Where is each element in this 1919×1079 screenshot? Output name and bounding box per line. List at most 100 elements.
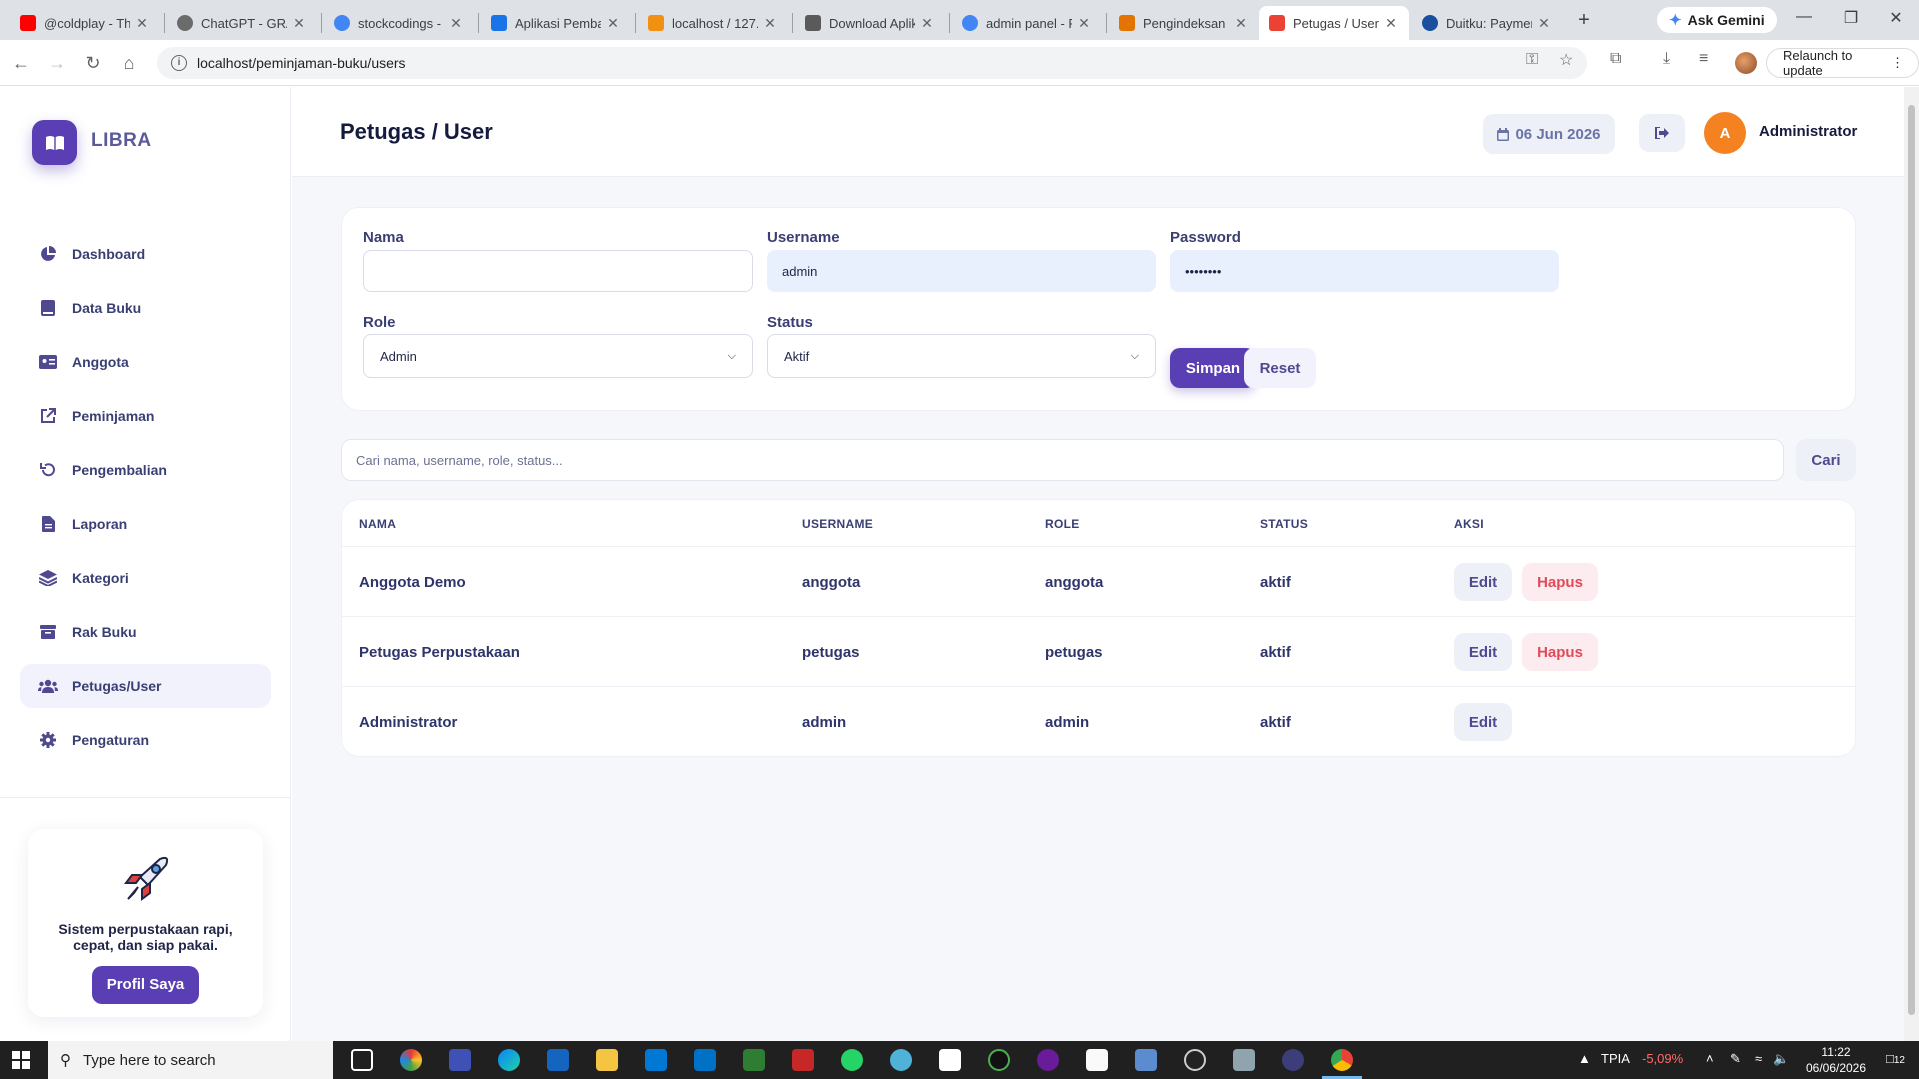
search-input[interactable] (341, 439, 1784, 481)
file-explorer-icon[interactable] (596, 1049, 618, 1071)
task-view-icon[interactable] (351, 1049, 373, 1071)
bookmark-star-icon[interactable]: ☆ (1559, 50, 1573, 70)
close-tab-icon[interactable]: ✕ (1383, 15, 1399, 32)
restore-icon[interactable]: ❐ (1831, 8, 1871, 28)
sidebar-item-label: Dashboard (72, 246, 146, 262)
sidebar-item-data-buku[interactable]: Data Buku (20, 286, 271, 330)
color-app-icon[interactable] (400, 1049, 422, 1071)
sidebar-item-peminjaman[interactable]: Peminjaman (20, 394, 271, 438)
logout-button[interactable] (1639, 114, 1685, 152)
close-tab-icon[interactable]: ✕ (919, 15, 935, 32)
reset-button[interactable]: Reset (1244, 348, 1316, 388)
fx-app-icon[interactable] (1282, 1049, 1304, 1071)
browser-tab[interactable]: localhost / 127.0 ✕ (638, 6, 788, 40)
back-icon[interactable]: ← (8, 50, 34, 76)
forward-icon[interactable]: → (44, 50, 70, 76)
edge-icon[interactable] (498, 1049, 520, 1071)
sidebar-item-pengaturan[interactable]: Pengaturan (20, 718, 271, 762)
page-scrollbar[interactable] (1904, 87, 1919, 1041)
notification-count: 12 (1893, 1055, 1905, 1066)
browser-tab[interactable]: Duitku: Paymen ✕ (1412, 6, 1562, 40)
browser-tab[interactable]: ChatGPT - GRAT ✕ (167, 6, 317, 40)
extensions-icon[interactable]: ⧉ (1610, 50, 1621, 68)
password-field[interactable] (1170, 250, 1559, 292)
scrollbar-thumb[interactable] (1908, 105, 1915, 1015)
minimize-icon[interactable]: — (1784, 8, 1824, 26)
recorder-icon[interactable] (988, 1049, 1010, 1071)
visual-studio-icon[interactable] (449, 1049, 471, 1071)
close-tab-icon[interactable]: ✕ (448, 15, 464, 32)
browser-tab-active[interactable]: Petugas / User ✕ (1259, 6, 1409, 40)
profile-button[interactable]: Profil Saya (92, 966, 199, 1004)
volume-icon[interactable]: 🔈 (1773, 1051, 1789, 1067)
browser-toolbar: ← → ↻ ⌂ i localhost/peminjaman-buku/user… (0, 40, 1919, 86)
sidebar-item-laporan[interactable]: Laporan (20, 502, 271, 546)
avatar[interactable]: A (1704, 112, 1746, 154)
address-bar[interactable]: i localhost/peminjaman-buku/users (157, 47, 1587, 79)
filezilla-icon[interactable] (792, 1049, 814, 1071)
chevron-up-icon[interactable]: ˄ (1706, 1051, 1714, 1066)
password-key-icon[interactable]: ⚿ (1526, 51, 1538, 69)
relaunch-button[interactable]: Relaunch to update ⋮ (1766, 48, 1919, 78)
browser-tabstrip: @coldplay - The ✕ ChatGPT - GRAT ✕ stock… (0, 0, 1919, 40)
close-tab-icon[interactable]: ✕ (1536, 15, 1552, 32)
search-button[interactable]: Cari (1796, 439, 1856, 481)
browser-tab[interactable]: Download Aplik ✕ (795, 6, 945, 40)
browser-tab[interactable]: Aplikasi Pembay ✕ (481, 6, 631, 40)
sidebar-item-petugas-user[interactable]: Petugas/User (20, 664, 271, 708)
status-select[interactable]: Aktif ⌵ (767, 334, 1156, 378)
home-icon[interactable]: ⌂ (116, 50, 142, 76)
notification-icon[interactable]: □12 (1886, 1051, 1905, 1066)
browser-tab[interactable]: stockcodings - F ✕ (324, 6, 474, 40)
notepad-icon[interactable] (1086, 1049, 1108, 1071)
sidebar-item-rak-buku[interactable]: Rak Buku (20, 610, 271, 654)
username-field[interactable] (767, 250, 1156, 292)
chrome-icon[interactable] (1331, 1049, 1353, 1071)
game-app-icon[interactable] (743, 1049, 765, 1071)
network-app-icon[interactable] (890, 1049, 912, 1071)
new-tab-button[interactable]: + (1572, 8, 1596, 32)
close-tab-icon[interactable]: ✕ (1076, 15, 1092, 32)
editor-app-icon[interactable] (547, 1049, 569, 1071)
capcut-icon[interactable] (939, 1049, 961, 1071)
delete-button[interactable]: Hapus (1522, 633, 1598, 671)
pm-app-icon[interactable] (1037, 1049, 1059, 1071)
nama-field[interactable] (363, 250, 753, 292)
whatsapp-icon[interactable] (841, 1049, 863, 1071)
sidebar-item-kategori[interactable]: Kategori (20, 556, 271, 600)
browser-tab[interactable]: admin panel - P ✕ (952, 6, 1102, 40)
outlook-icon[interactable] (694, 1049, 716, 1071)
close-tab-icon[interactable]: ✕ (762, 15, 778, 32)
role-select[interactable]: Admin ⌵ (363, 334, 753, 378)
taskbar-search[interactable]: ⚲ Type here to search (48, 1041, 333, 1079)
profile-avatar[interactable] (1735, 52, 1757, 74)
ask-gemini-button[interactable]: ✦ Ask Gemini (1657, 7, 1777, 33)
wifi-icon[interactable]: ≈ (1755, 1051, 1762, 1066)
edit-button[interactable]: Edit (1454, 703, 1512, 741)
edit-button[interactable]: Edit (1454, 633, 1512, 671)
clock[interactable]: 11:22 06/06/2026 (1796, 1044, 1876, 1076)
reload-icon[interactable]: ↻ (80, 50, 106, 76)
close-window-icon[interactable]: ✕ (1876, 8, 1916, 28)
delete-button[interactable]: Hapus (1522, 563, 1598, 601)
site-info-icon[interactable]: i (171, 55, 187, 71)
browser-tab[interactable]: @coldplay - The ✕ (10, 6, 160, 40)
calculator-icon[interactable] (1233, 1049, 1255, 1071)
chatgpt-icon (177, 15, 193, 31)
remote-desktop-icon[interactable] (1135, 1049, 1157, 1071)
close-tab-icon[interactable]: ✕ (291, 15, 307, 32)
windows-start-icon[interactable] (12, 1051, 30, 1069)
browser-tab[interactable]: Pengindeksan h ✕ (1109, 6, 1259, 40)
store-icon[interactable] (645, 1049, 667, 1071)
obs-icon[interactable] (1184, 1049, 1206, 1071)
close-tab-icon[interactable]: ✕ (134, 15, 150, 32)
sidebar-item-anggota[interactable]: Anggota (20, 340, 271, 384)
download-icon[interactable]: ⤓ (1663, 50, 1670, 68)
close-tab-icon[interactable]: ✕ (605, 15, 621, 32)
close-tab-icon[interactable]: ✕ (1233, 15, 1249, 32)
edit-button[interactable]: Edit (1454, 563, 1512, 601)
pen-icon[interactable]: ✎ (1730, 1051, 1741, 1067)
sidebar-item-dashboard[interactable]: Dashboard (20, 232, 271, 276)
sidebar-item-pengembalian[interactable]: Pengembalian (20, 448, 271, 492)
media-control-icon[interactable]: ≡ (1699, 50, 1708, 68)
